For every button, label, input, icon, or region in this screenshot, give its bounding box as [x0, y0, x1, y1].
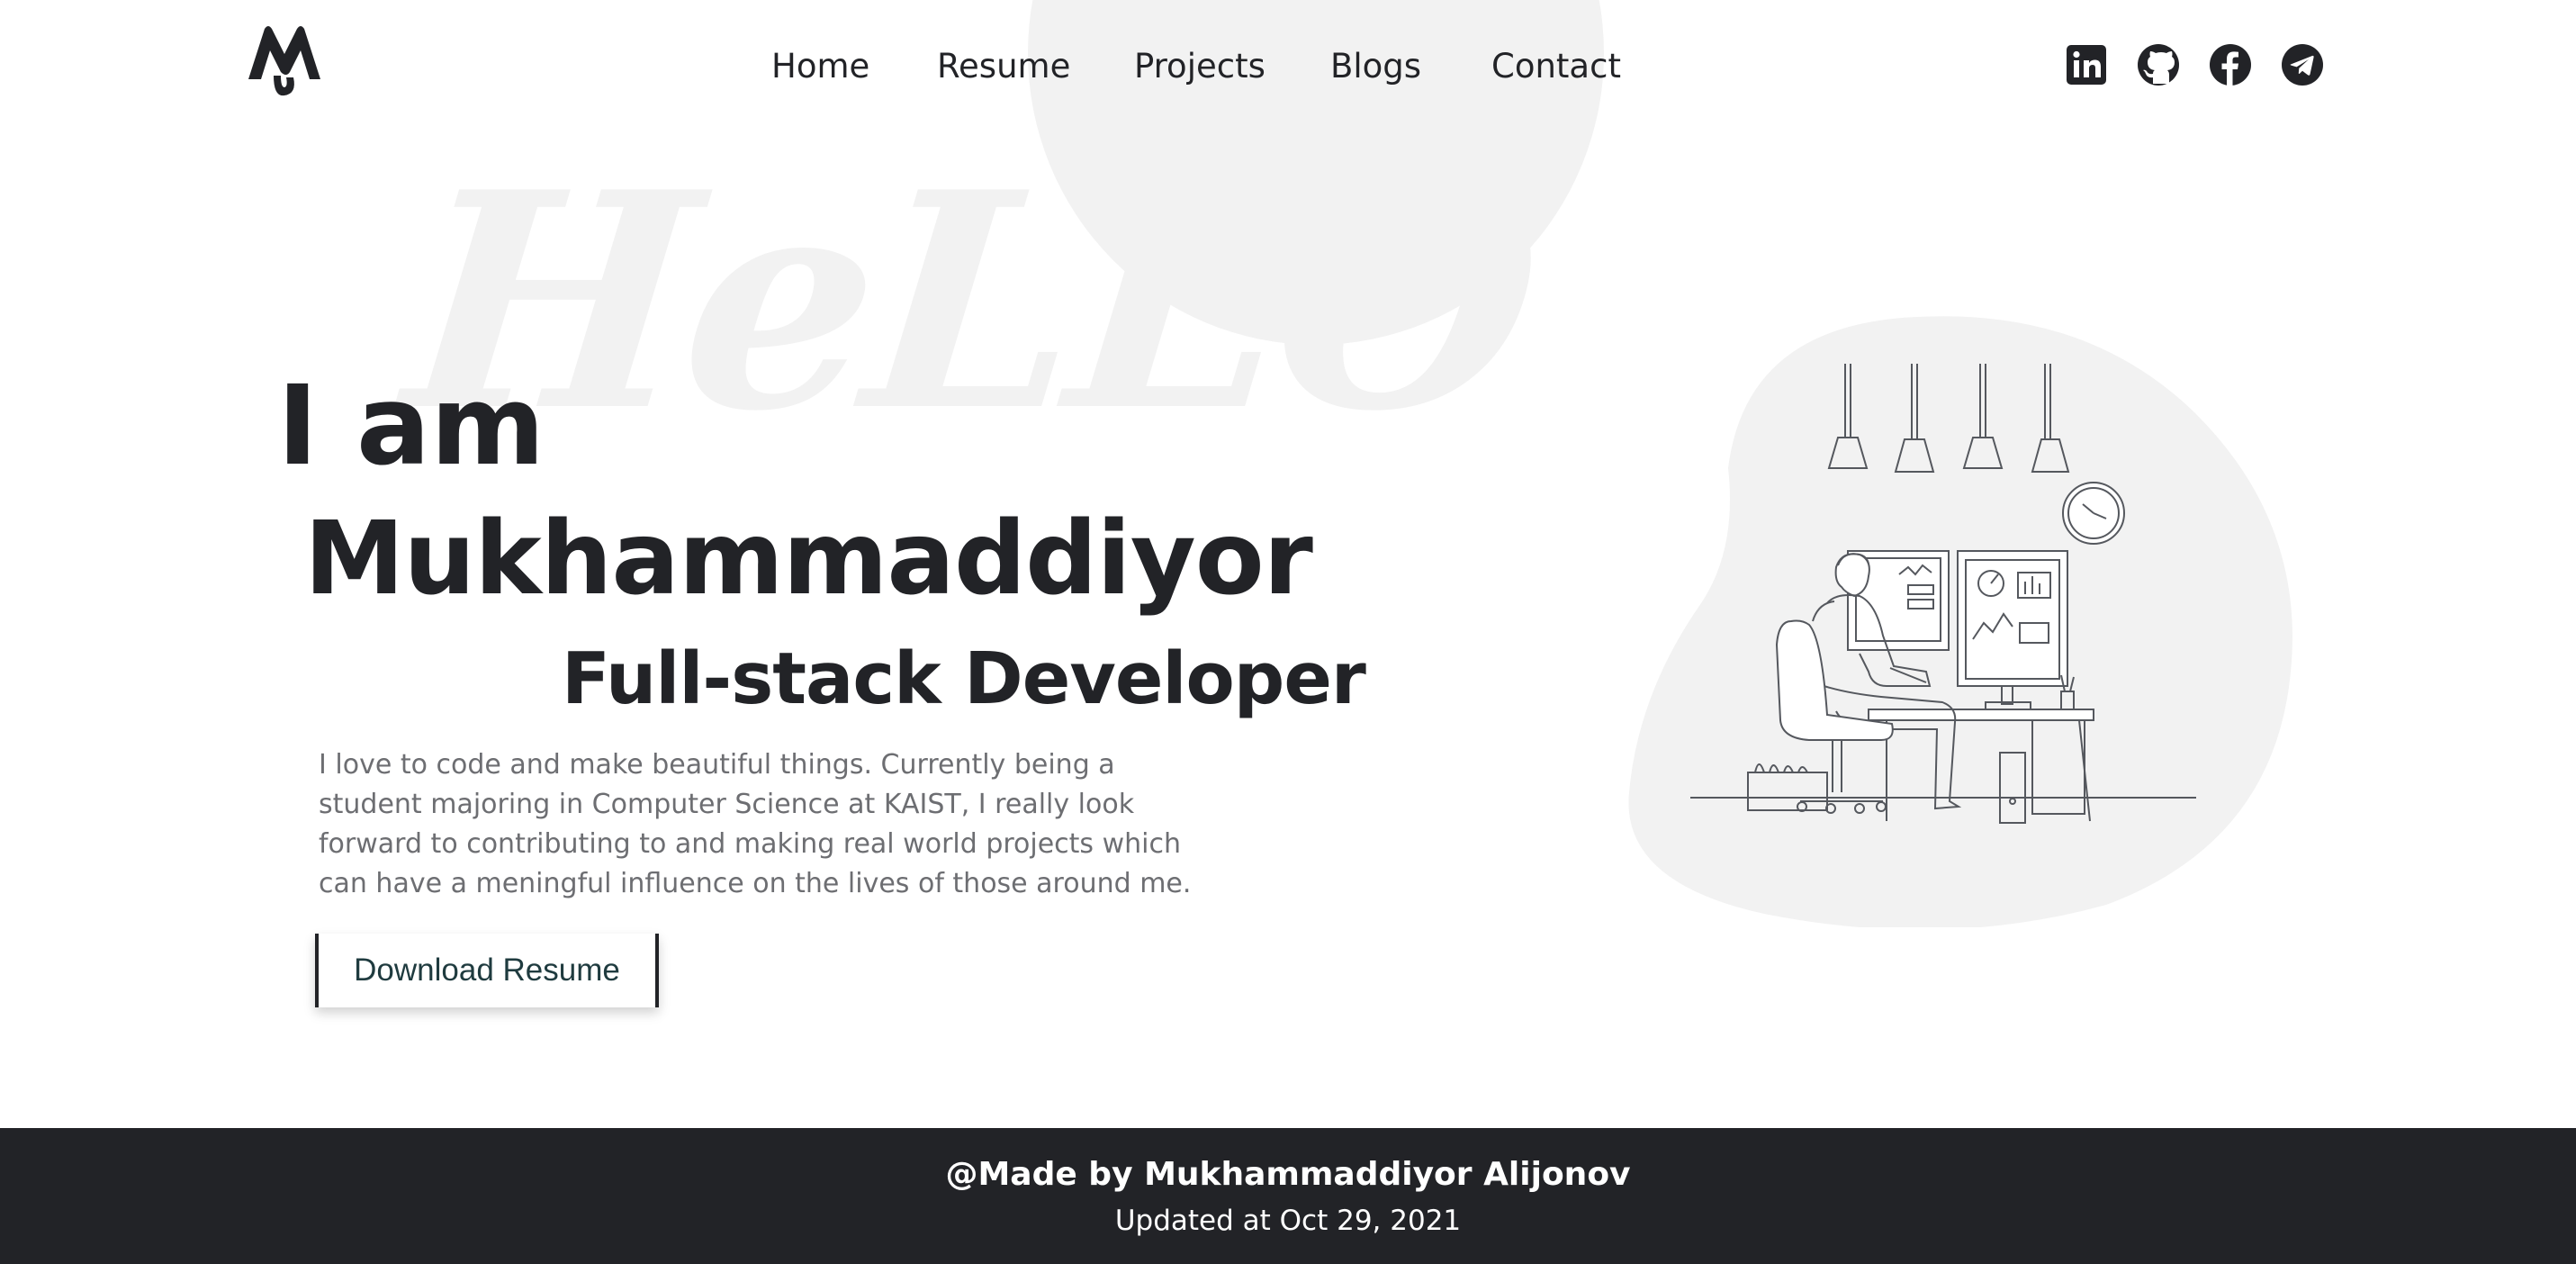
nav-blogs[interactable]: Blogs [1330, 40, 1421, 94]
footer: @Made by Mukhammaddiyor Alijonov Updated… [0, 1128, 2576, 1264]
nav-projects[interactable]: Projects [1134, 40, 1265, 94]
facebook-icon[interactable] [2209, 43, 2252, 86]
hero-name: Mukhammaddiyor [304, 501, 1313, 618]
nav-contact[interactable]: Contact [1491, 40, 1621, 94]
main-nav: Home Resume Projects Blogs Contact [0, 40, 2576, 94]
telegram-icon[interactable] [2281, 43, 2324, 86]
footer-updated-date: Updated at Oct 29, 2021 [1114, 1205, 1462, 1237]
nav-home[interactable]: Home [771, 40, 869, 94]
hero-description: I love to code and make beautiful things… [319, 749, 1192, 899]
developer-at-desk-illustration [1690, 364, 2196, 824]
hello-watermark: HeLLO [393, 127, 1550, 476]
hero-intro: I am [277, 362, 545, 490]
nav-resume[interactable]: Resume [937, 40, 1070, 94]
footer-credit: @Made by Mukhammaddiyor Alijonov [945, 1156, 1631, 1193]
github-icon[interactable] [2137, 43, 2180, 86]
linkedin-icon[interactable] [2065, 43, 2108, 86]
portfolio-page: HeLLO Home Resume Projects Blogs Contact… [0, 0, 2576, 1264]
download-resume-button[interactable]: Download Resume [315, 934, 659, 1007]
hero-role: Full-stack Developer [562, 637, 1366, 720]
